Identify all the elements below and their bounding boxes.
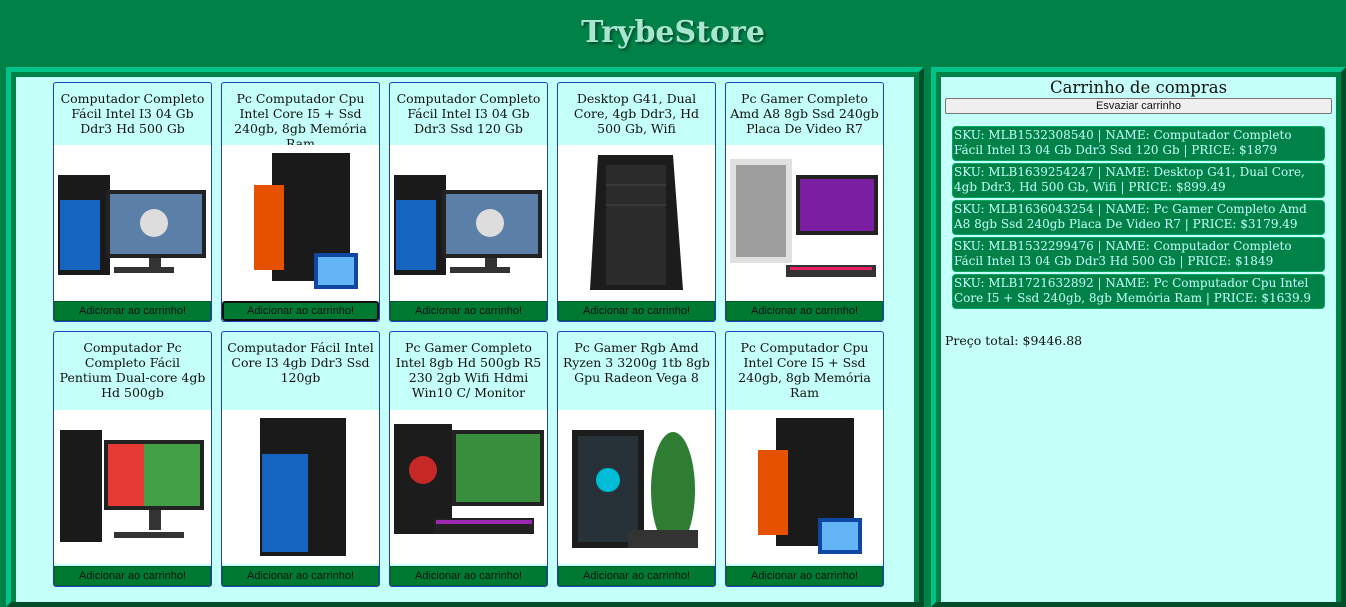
add-to-cart-button[interactable]: Adicionar ao carrinho!	[558, 301, 715, 321]
add-to-cart-button[interactable]: Adicionar ao carrinho!	[726, 566, 883, 586]
product-image	[390, 145, 547, 301]
product-card: Pc Computador Cpu Intel Core I5 + Ssd 24…	[725, 331, 884, 587]
add-to-cart-button[interactable]: Adicionar ao carrinho!	[54, 566, 211, 586]
product-title: Computador Completo Fácil Intel I3 04 Gb…	[60, 91, 205, 136]
product-card: Computador Completo Fácil Intel I3 04 Gb…	[389, 82, 548, 322]
product-image	[726, 145, 883, 301]
product-image	[558, 410, 715, 564]
empty-cart-button[interactable]: Esvaziar carrinho	[945, 98, 1332, 114]
product-image	[558, 145, 715, 301]
store-title: TrybeStore	[581, 14, 765, 50]
product-card: Computador Pc Completo Fácil Pentium Dua…	[53, 331, 212, 587]
cart-item[interactable]: SKU: MLB1532308540 | NAME: Computador Co…	[953, 127, 1324, 160]
product-image	[726, 410, 883, 564]
cart-item[interactable]: SKU: MLB1636043254 | NAME: Pc Gamer Comp…	[953, 201, 1324, 234]
product-card: Pc Gamer Completo Intel 8gb Hd 500gb R5 …	[389, 331, 548, 587]
add-to-cart-button[interactable]: Adicionar ao carrinho!	[390, 566, 547, 586]
product-image	[222, 145, 379, 301]
cart-item[interactable]: SKU: MLB1639254247 | NAME: Desktop G41, …	[953, 164, 1324, 197]
app-header: TrybeStore	[0, 0, 1346, 64]
product-title: Pc Computador Cpu Intel Core I5 + Ssd 24…	[738, 340, 871, 400]
add-to-cart-button[interactable]: Adicionar ao carrinho!	[558, 566, 715, 586]
product-image	[390, 410, 547, 564]
cart-total-price: Preço total: $9446.88	[945, 333, 1083, 348]
add-to-cart-button[interactable]: Adicionar ao carrinho!	[222, 566, 379, 586]
add-to-cart-button[interactable]: Adicionar ao carrinho!	[222, 301, 379, 321]
product-image	[54, 145, 211, 301]
product-title: Computador Completo Fácil Intel I3 04 Gb…	[396, 91, 541, 136]
product-title: Computador Pc Completo Fácil Pentium Dua…	[59, 340, 206, 400]
product-card: Pc Gamer Rgb Amd Ryzen 3 3200g 1tb 8gb G…	[557, 331, 716, 587]
product-card: Desktop G41, Dual Core, 4gb Ddr3, Hd 500…	[557, 82, 716, 322]
product-title: Pc Gamer Completo Amd A8 8gb Ssd 240gb P…	[730, 91, 879, 136]
product-title: Pc Computador Cpu Intel Core I5 + Ssd 24…	[234, 91, 367, 151]
cart-items-list: SKU: MLB1532308540 | NAME: Computador Co…	[953, 127, 1324, 312]
product-card: Computador Fácil Intel Core I3 4gb Ddr3 …	[221, 331, 380, 587]
product-title: Computador Fácil Intel Core I3 4gb Ddr3 …	[227, 340, 374, 385]
product-title: Pc Gamer Rgb Amd Ryzen 3 3200g 1tb 8gb G…	[563, 340, 710, 385]
cart-title: Carrinho de compras	[1049, 78, 1228, 97]
product-card: Pc Gamer Completo Amd A8 8gb Ssd 240gb P…	[725, 82, 884, 322]
product-image	[54, 410, 211, 564]
product-title: Desktop G41, Dual Core, 4gb Ddr3, Hd 500…	[573, 91, 700, 136]
add-to-cart-button[interactable]: Adicionar ao carrinho!	[390, 301, 547, 321]
cart-item[interactable]: SKU: MLB1721632892 | NAME: Pc Computador…	[953, 275, 1324, 308]
add-to-cart-button[interactable]: Adicionar ao carrinho!	[54, 301, 211, 321]
product-card: Pc Computador Cpu Intel Core I5 + Ssd 24…	[221, 82, 380, 322]
add-to-cart-button[interactable]: Adicionar ao carrinho!	[726, 301, 883, 321]
product-card: Computador Completo Fácil Intel I3 04 Gb…	[53, 82, 212, 322]
cart-item[interactable]: SKU: MLB1532299476 | NAME: Computador Co…	[953, 238, 1324, 271]
product-title: Pc Gamer Completo Intel 8gb Hd 500gb R5 …	[395, 340, 542, 400]
product-image	[222, 410, 379, 564]
